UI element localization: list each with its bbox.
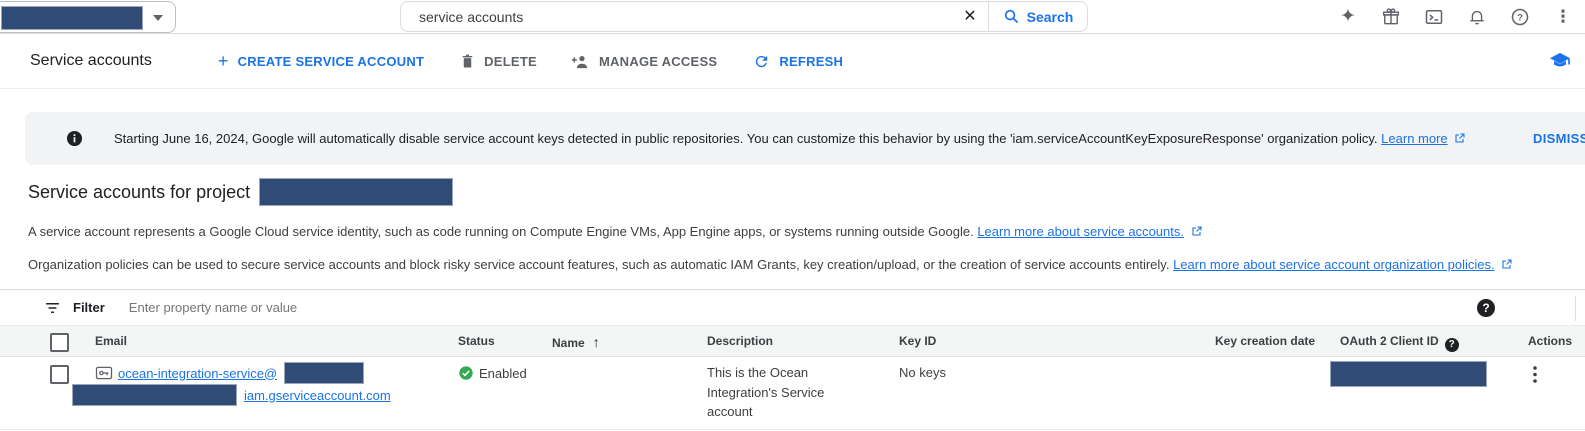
status-badge: Enabled — [479, 366, 527, 381]
person-add-icon — [571, 53, 590, 70]
select-all-checkbox[interactable] — [50, 333, 69, 352]
more-options-icon[interactable]: ⋮ — [1553, 7, 1573, 27]
column-header-name[interactable]: Name↑ — [552, 334, 600, 350]
intro-paragraph-1: A service account represents a Google Cl… — [28, 224, 1203, 239]
page-title: Service accounts — [30, 52, 152, 70]
plus-icon: + — [218, 51, 229, 72]
external-link-icon — [1191, 225, 1203, 237]
filter-label-text: Filter — [73, 300, 105, 315]
global-search: ✕ Search — [400, 1, 1088, 32]
column-header-key-id[interactable]: Key ID — [899, 334, 936, 348]
table-header-row: Email Status Name↑ Description Key ID Ke… — [0, 326, 1585, 357]
topbar-icons: ✦ ? ⋮ — [1338, 0, 1573, 33]
column-header-oauth2-client-id[interactable]: OAuth 2 Client ID? — [1340, 334, 1459, 352]
search-icon — [1003, 8, 1020, 25]
learn-more-org-policies-link[interactable]: Learn more about service account organiz… — [1173, 257, 1495, 272]
description-cell: This is the Ocean Integration's Service … — [707, 363, 839, 422]
delete-label: DELETE — [484, 54, 537, 69]
info-icon — [65, 129, 84, 148]
project-name-redacted — [1, 6, 143, 30]
trash-icon — [460, 53, 475, 70]
search-field[interactable]: ✕ — [400, 1, 988, 32]
sort-ascending-icon: ↑ — [593, 334, 600, 350]
dismiss-button[interactable]: DISMISS — [1533, 112, 1585, 165]
help-icon[interactable]: ? — [1510, 7, 1530, 27]
filter-help-icon[interactable]: ? — [1477, 299, 1495, 317]
external-link-icon — [1501, 258, 1513, 270]
enabled-check-icon — [458, 365, 474, 381]
page-toolbar: Service accounts + CREATE SERVICE ACCOUN… — [0, 34, 1585, 89]
email-cell: ocean-integration-service@ iam.gservicea… — [95, 362, 391, 406]
top-bar: ✕ Search ✦ ? ⋮ — [0, 0, 1585, 34]
oauth-help-icon[interactable]: ? — [1445, 338, 1459, 352]
table-row: ocean-integration-service@ iam.gservicea… — [0, 357, 1585, 430]
table-filter-bar: Filter ? — [0, 289, 1585, 326]
filter-button[interactable]: Filter — [44, 300, 105, 315]
search-button[interactable]: Search — [988, 1, 1088, 32]
search-input[interactable] — [401, 9, 952, 25]
service-account-key-icon — [95, 365, 113, 381]
learn-more-service-accounts-link[interactable]: Learn more about service accounts. — [977, 224, 1184, 239]
service-account-email-link[interactable]: iam.gserviceaccount.com — [244, 388, 391, 403]
row-actions-menu-icon[interactable] — [1523, 362, 1547, 386]
delete-button[interactable]: DELETE — [460, 53, 537, 70]
intro-paragraph-2: Organization policies can be used to sec… — [28, 257, 1513, 272]
column-header-key-creation-date[interactable]: Key creation date — [1215, 334, 1315, 348]
banner-learn-more-link[interactable]: Learn more — [1381, 131, 1447, 146]
row-checkbox[interactable] — [50, 365, 69, 384]
close-icon[interactable]: ✕ — [952, 1, 988, 32]
email-redacted-part — [284, 362, 364, 384]
column-header-status[interactable]: Status — [458, 334, 495, 348]
manage-access-button[interactable]: MANAGE ACCESS — [571, 53, 717, 70]
column-header-actions: Actions — [1528, 334, 1572, 348]
email-line-2: iam.gserviceaccount.com — [72, 384, 391, 406]
refresh-icon — [753, 53, 770, 70]
gemini-sparkle-icon[interactable]: ✦ — [1338, 7, 1358, 27]
oauth2-client-id-redacted — [1330, 361, 1487, 387]
learning-graduation-cap-icon[interactable] — [1549, 51, 1571, 71]
create-service-account-label: CREATE SERVICE ACCOUNT — [238, 54, 425, 69]
status-cell: Enabled — [458, 365, 527, 381]
info-banner: Starting June 16, 2024, Google will auto… — [25, 112, 1585, 165]
search-button-label: Search — [1027, 9, 1074, 25]
external-link-icon — [1454, 132, 1466, 144]
svg-text:?: ? — [1517, 12, 1523, 23]
column-header-email[interactable]: Email — [95, 334, 127, 348]
column-header-description[interactable]: Description — [707, 334, 773, 348]
refresh-label: REFRESH — [779, 54, 843, 69]
cloud-shell-icon[interactable] — [1424, 7, 1444, 27]
section-heading: Service accounts for project — [28, 178, 453, 206]
email-redacted-part — [72, 384, 237, 406]
banner-text: Starting June 16, 2024, Google will auto… — [114, 131, 1466, 146]
filter-input[interactable] — [127, 299, 1131, 316]
chevron-down-icon — [153, 15, 163, 21]
email-line-1: ocean-integration-service@ — [95, 362, 391, 384]
filter-icon — [44, 301, 61, 315]
project-id-redacted — [259, 178, 453, 206]
divider — [1575, 296, 1576, 321]
service-account-email-link[interactable]: ocean-integration-service@ — [118, 366, 277, 381]
refresh-button[interactable]: REFRESH — [753, 53, 843, 70]
create-service-account-button[interactable]: + CREATE SERVICE ACCOUNT — [218, 51, 424, 72]
notifications-bell-icon[interactable] — [1467, 7, 1487, 27]
project-selector[interactable] — [0, 1, 176, 33]
key-id-cell: No keys — [899, 365, 946, 380]
section-heading-text: Service accounts for project — [28, 182, 250, 203]
manage-access-label: MANAGE ACCESS — [599, 54, 717, 69]
gift-icon[interactable] — [1381, 7, 1401, 27]
